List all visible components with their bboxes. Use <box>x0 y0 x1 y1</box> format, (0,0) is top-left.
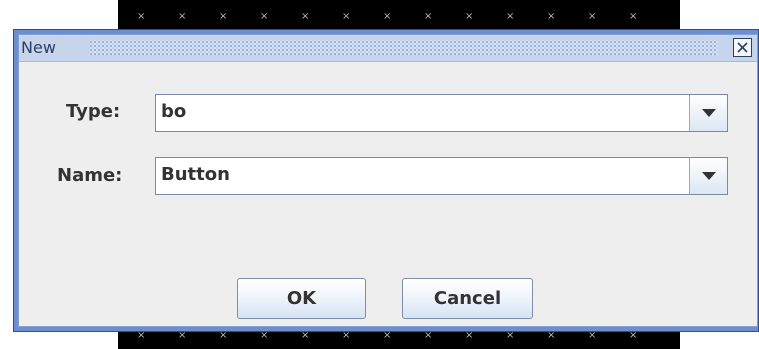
name-select-value[interactable]: Button <box>161 165 230 185</box>
close-button[interactable] <box>733 38 752 57</box>
desktop-pattern-top: × × × × × × × × × × × × × <box>118 0 680 29</box>
name-dropdown-button[interactable] <box>689 158 727 194</box>
new-dialog: New Type: bo Name: Button OK Cancel <box>13 29 759 332</box>
type-label: Type: <box>66 101 121 122</box>
type-dropdown-button[interactable] <box>689 95 727 131</box>
type-select-value[interactable]: bo <box>161 102 186 122</box>
type-select[interactable]: bo <box>155 94 728 132</box>
name-label: Name: <box>57 165 123 186</box>
name-select[interactable]: Button <box>155 157 728 195</box>
titlebar-texture <box>89 40 718 55</box>
dialog-content: New Type: bo Name: Button OK Cancel <box>18 34 758 327</box>
close-icon <box>737 42 748 53</box>
screen-stage: × × × × × × × × × × × × × × × × × × × × … <box>0 0 759 349</box>
chevron-down-icon <box>701 172 716 180</box>
cancel-button[interactable]: Cancel <box>402 278 533 319</box>
ok-button[interactable]: OK <box>237 278 366 319</box>
chevron-down-icon <box>701 109 716 117</box>
dialog-titlebar[interactable]: New <box>19 35 757 62</box>
dialog-title: New <box>21 38 56 57</box>
